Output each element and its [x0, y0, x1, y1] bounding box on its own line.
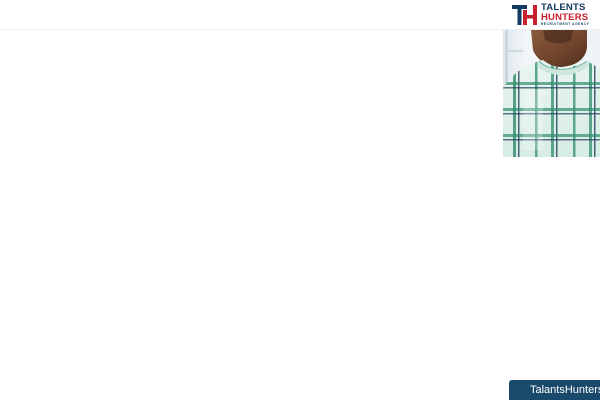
chat-widget-tab[interactable]: TalantsHunters	[509, 380, 600, 400]
site-logo[interactable]: TALENTS HUNTERS RECRUITMENT AGENCY	[512, 3, 598, 27]
header: TALENTS HUNTERS RECRUITMENT AGENCY	[0, 0, 600, 30]
th-logo-icon	[512, 5, 537, 25]
chat-widget-label: TalantsHunters	[530, 384, 600, 396]
man-in-plaid-shirt-image	[503, 30, 600, 157]
page: TALENTS HUNTERS RECRUITMENT AGENCY Talan…	[0, 0, 600, 400]
logo-text-hunters: HUNTERS	[541, 11, 589, 23]
logo-tagline: RECRUITMENT AGENCY	[541, 22, 590, 27]
hero-photo	[503, 30, 600, 157]
